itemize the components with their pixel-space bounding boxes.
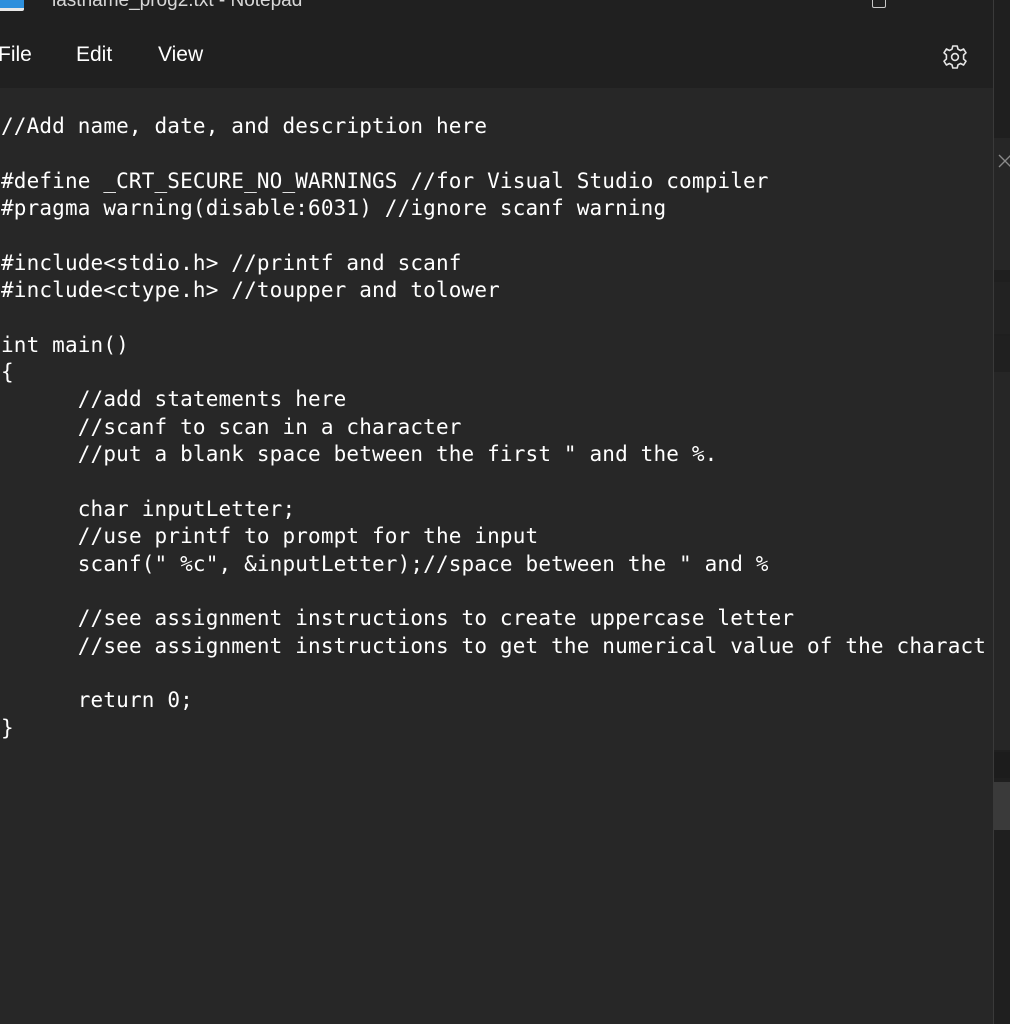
close-button[interactable] [934,0,974,10]
window-title: lastname_prog2.txt - Notepad [52,0,303,11]
text-editor[interactable]: //Add name, date, and description here #… [0,88,993,1024]
menu-bar: File Edit View [0,22,993,88]
editor-content[interactable]: //Add name, date, and description here #… [1,113,986,742]
background-panel [994,782,1010,830]
close-icon[interactable] [997,152,1010,170]
notepad-window: lastname_prog2.txt - Notepad File Edit V… [0,0,993,1024]
background-panel [994,336,1010,372]
background-panel [994,282,1010,334]
notepad-icon [0,0,24,11]
background-panel [994,372,1010,750]
gear-icon [943,45,967,69]
maximize-button[interactable] [858,0,898,10]
close-icon [944,0,966,6]
title-bar[interactable]: lastname_prog2.txt - Notepad [0,0,993,22]
maximize-icon [872,0,886,8]
menu-edit[interactable]: Edit [76,43,112,67]
settings-button[interactable] [938,40,972,74]
background-panel [994,752,1010,778]
background-window-edge[interactable] [993,0,1010,1024]
menu-view[interactable]: View [158,43,203,67]
menu-file[interactable]: File [0,43,32,67]
